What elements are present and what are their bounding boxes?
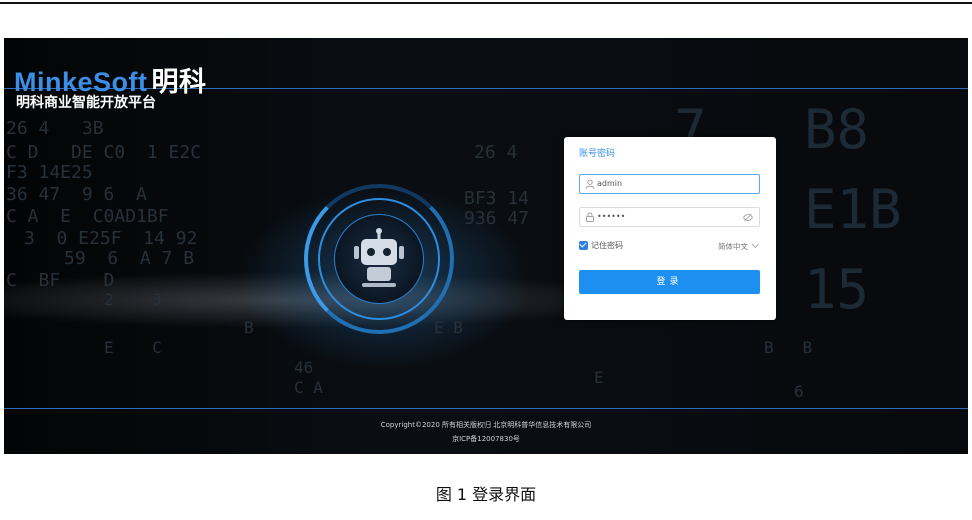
brand-name-cn: 明科 [151, 67, 207, 97]
lock-icon [586, 212, 594, 222]
tab-account-password[interactable]: 账号密码 [579, 146, 615, 159]
remember-password[interactable]: 记住密码 [579, 240, 623, 251]
checkbox-icon[interactable] [579, 241, 588, 250]
login-button[interactable]: 登录 [579, 270, 760, 294]
user-icon [585, 179, 595, 189]
platform-title: 明科商业智能开放平台 [16, 95, 156, 111]
password-value: •••••• [597, 212, 626, 221]
copyright-text: Copyright©2020 所有相关版权归 北京明科普华信息技术有限公司 [380, 421, 592, 429]
username-value: admin [597, 179, 623, 188]
robot-icon [354, 228, 404, 287]
eye-off-icon[interactable] [743, 213, 753, 222]
figure-caption: 图 1 登录界面 [435, 485, 537, 504]
remember-label: 记住密码 [591, 241, 623, 250]
language-value: 简体中文 [718, 242, 748, 251]
chevron-down-icon [751, 240, 760, 249]
username-input[interactable]: admin [579, 174, 760, 194]
login-panel: 账号密码 admin •••••• 记住密码 简体中文 登录 [564, 137, 776, 320]
language-select[interactable]: 简体中文 [718, 240, 760, 252]
footer-divider [4, 408, 968, 409]
icp-number: 京ICP备12007830号 [452, 435, 520, 443]
password-input[interactable]: •••••• [579, 207, 760, 227]
login-screen: 26 4 3B C D DE C0 1 E2C F3 14E25 36 47 9… [4, 38, 968, 454]
top-divider [0, 2, 972, 4]
robot-emblem [304, 184, 454, 334]
